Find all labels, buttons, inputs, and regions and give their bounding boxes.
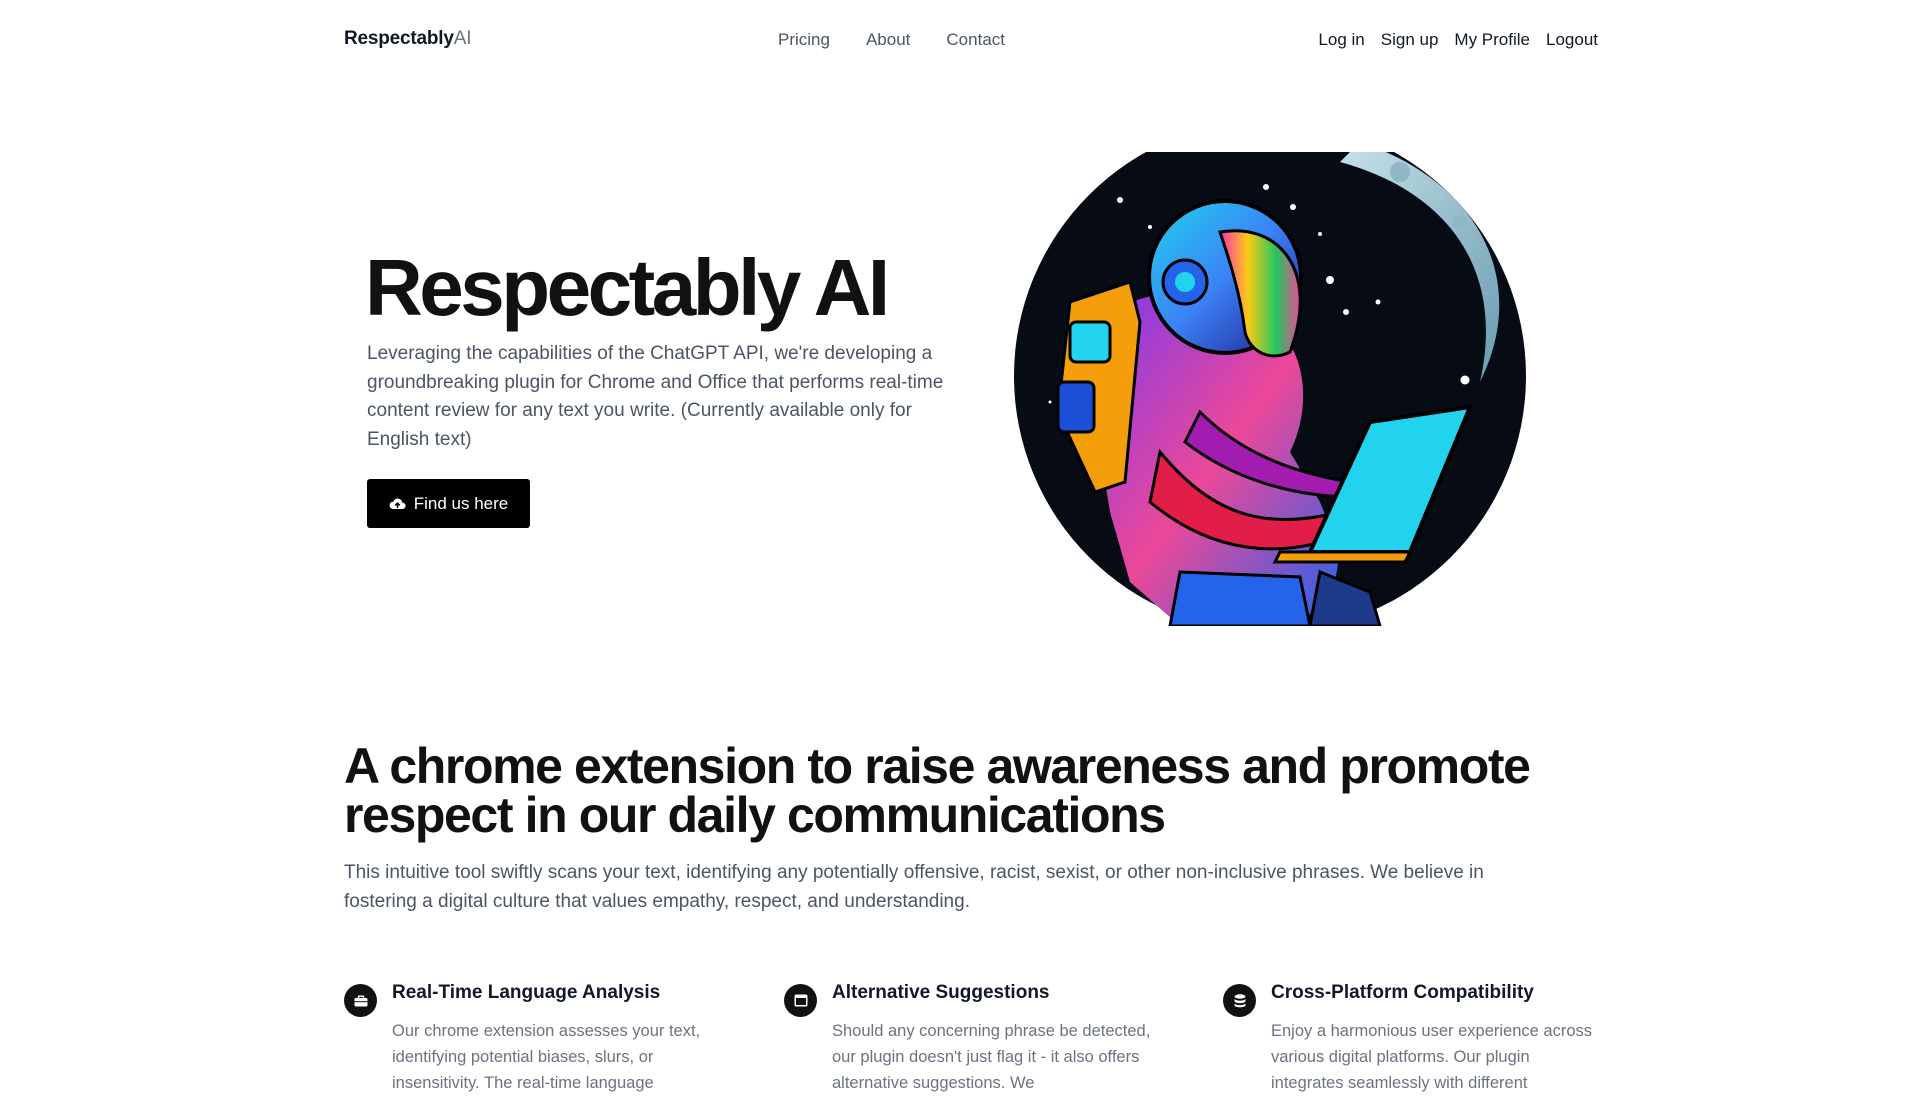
find-us-here-button[interactable]: Find us here <box>367 479 530 528</box>
feature-alternative-suggestions: Alternative Suggestions Should any conce… <box>784 982 1150 1102</box>
signup-link[interactable]: Sign up <box>1381 30 1439 50</box>
briefcase-icon <box>344 984 377 1017</box>
feature-text: Should any concerning phrase be detected… <box>832 1022 1151 1092</box>
main-nav-links: Pricing About Contact <box>778 30 1005 50</box>
brand-name: Respectably <box>344 28 454 49</box>
nav-link-pricing[interactable]: Pricing <box>778 30 830 50</box>
feature-title: Real-Time Language Analysis <box>392 982 661 1003</box>
hero-title: Respectably AI <box>365 243 890 332</box>
feature-text: Our chrome extension assesses your text,… <box>392 1022 701 1092</box>
feature-title: Cross-Platform Compatibility <box>1271 982 1534 1003</box>
hero-description: Leveraging the capabilities of the ChatG… <box>367 343 944 450</box>
nav-link-about[interactable]: About <box>866 30 910 50</box>
auth-links: Log in Sign up My Profile Logout <box>1318 30 1598 50</box>
feature-real-time-analysis: Real-Time Language Analysis Our chrome e… <box>344 982 704 1102</box>
astronaut-illustration <box>1010 142 1530 628</box>
brand-logo[interactable]: RespectablyAI <box>344 28 472 50</box>
brand-suffix: AI <box>453 28 472 49</box>
my-profile-link[interactable]: My Profile <box>1454 30 1530 50</box>
feature-title: Alternative Suggestions <box>832 982 1050 1003</box>
nav-link-contact[interactable]: Contact <box>946 30 1005 50</box>
login-link[interactable]: Log in <box>1318 30 1364 50</box>
find-us-here-label: Find us here <box>413 493 509 513</box>
feature-cross-platform: Cross-Platform Compatibility Enjoy a har… <box>1223 982 1592 1102</box>
top-navigation: RespectablyAI Pricing About Contact Log … <box>0 0 1920 80</box>
feature-text: Enjoy a harmonious user experience acros… <box>1271 1022 1593 1092</box>
section-description: This intuitive tool swiftly scans your t… <box>344 862 1484 912</box>
section-title: A chrome extension to raise awareness an… <box>344 738 1531 843</box>
database-icon <box>1223 984 1256 1017</box>
cloud-upload-icon <box>389 497 406 510</box>
logout-link[interactable]: Logout <box>1546 30 1598 50</box>
browser-window-icon <box>784 984 817 1017</box>
